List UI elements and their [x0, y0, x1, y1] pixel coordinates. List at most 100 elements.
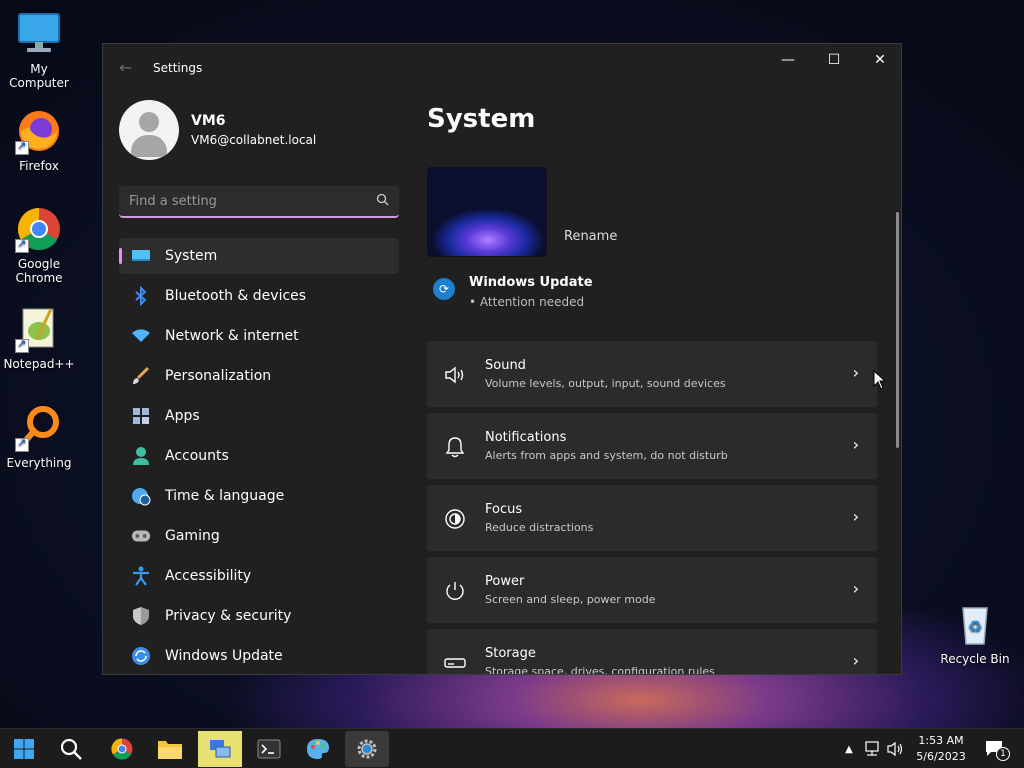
- sidebar-item-label: Privacy & security: [165, 608, 292, 624]
- sidebar: VM6 VM6@collabnet.local System Bluetooth…: [103, 92, 413, 674]
- search-icon: [60, 738, 82, 760]
- chrome-icon: [15, 205, 63, 253]
- page-title: System: [427, 104, 536, 134]
- taskbar-terminal-button[interactable]: [247, 731, 291, 767]
- taskbar-remote-app-button[interactable]: [198, 731, 242, 767]
- sidebar-item-label: System: [165, 248, 218, 264]
- maximize-button[interactable]: ☐: [811, 44, 857, 76]
- monitor-icon: [131, 246, 151, 266]
- minimize-button[interactable]: —: [765, 44, 811, 76]
- card-subtitle: Reduce distractions: [485, 521, 594, 534]
- storage-icon: [443, 651, 467, 674]
- scrollbar[interactable]: [896, 212, 899, 448]
- gamepad-icon: [131, 526, 151, 546]
- card-subtitle: Volume levels, output, input, sound devi…: [485, 377, 726, 390]
- nav-list: System Bluetooth & devices Network & int…: [119, 238, 399, 674]
- sidebar-item-label: Bluetooth & devices: [165, 288, 307, 304]
- sidebar-item-system[interactable]: System: [119, 238, 399, 274]
- notification-count-badge: 1: [996, 747, 1010, 761]
- bluetooth-icon: [131, 286, 151, 306]
- svg-text:♻: ♻: [968, 617, 982, 636]
- sidebar-item-bluetooth[interactable]: Bluetooth & devices: [119, 278, 399, 314]
- person-icon: [131, 446, 151, 466]
- sidebar-item-privacy-security[interactable]: Privacy & security: [119, 598, 399, 634]
- card-storage[interactable]: Storage Storage space, drives, configura…: [427, 629, 877, 675]
- speaker-icon: [443, 363, 467, 387]
- sidebar-item-apps[interactable]: Apps: [119, 398, 399, 434]
- sidebar-item-time-language[interactable]: Time & language: [119, 478, 399, 514]
- sidebar-item-label: Time & language: [165, 488, 285, 504]
- sidebar-item-label: Personalization: [165, 368, 272, 384]
- rename-link[interactable]: Rename: [564, 229, 617, 244]
- windows-update-status[interactable]: ⟳ Windows Update • Attention needed: [433, 275, 593, 309]
- title-bar: ← Settings — ☐ ✕: [103, 44, 901, 92]
- card-subtitle: Storage space, drives, configuration rul…: [485, 665, 715, 675]
- taskbar-paint-button[interactable]: [296, 731, 340, 767]
- taskbar-search-button[interactable]: [49, 731, 93, 767]
- sidebar-item-accessibility[interactable]: Accessibility: [119, 558, 399, 594]
- desktop-icon-recycle-bin[interactable]: ♻ Recycle Bin: [937, 600, 1013, 666]
- sidebar-item-label: Windows Update: [165, 648, 283, 664]
- card-power[interactable]: Power Screen and sleep, power mode ›: [427, 557, 877, 623]
- taskbar-file-explorer-button[interactable]: [148, 731, 192, 767]
- windows-update-title: Windows Update: [469, 275, 593, 290]
- taskbar-chrome-button[interactable]: [100, 731, 144, 767]
- computer-icon: [15, 10, 63, 58]
- chevron-right-icon: ›: [852, 435, 859, 454]
- terminal-icon: [257, 739, 281, 759]
- desktop-icon-label: Google Chrome: [15, 257, 63, 285]
- chevron-right-icon: ›: [852, 507, 859, 526]
- recycle-bin-icon: ♻: [951, 600, 999, 648]
- sidebar-item-accounts[interactable]: Accounts: [119, 438, 399, 474]
- sidebar-item-windows-update[interactable]: Windows Update: [119, 638, 399, 674]
- card-sound[interactable]: Sound Volume levels, output, input, soun…: [427, 341, 877, 407]
- taskbar-clock[interactable]: 1:53 AM 5/6/2023: [906, 733, 976, 765]
- start-button[interactable]: [2, 731, 46, 767]
- sidebar-item-label: Accounts: [165, 448, 229, 464]
- search-icon[interactable]: [376, 193, 389, 209]
- show-hidden-icons-button[interactable]: ▲: [840, 729, 858, 768]
- sidebar-item-label: Apps: [165, 408, 200, 424]
- shortcut-arrow-icon: [15, 337, 29, 353]
- main-content: System Rename ⟳ Windows Update • Attenti…: [427, 92, 901, 674]
- apps-icon: [131, 406, 151, 426]
- chevron-right-icon: ›: [852, 579, 859, 598]
- shortcut-arrow-icon: [15, 139, 29, 155]
- card-title: Notifications: [485, 430, 567, 445]
- mouse-cursor-icon: [873, 370, 887, 390]
- card-title: Focus: [485, 502, 523, 517]
- desktop-icon-notepadpp[interactable]: Notepad++: [1, 305, 77, 371]
- sidebar-item-personalization[interactable]: Personalization: [119, 358, 399, 394]
- sidebar-item-network[interactable]: Network & internet: [119, 318, 399, 354]
- back-arrow-icon[interactable]: ←: [119, 58, 132, 77]
- user-profile[interactable]: VM6 VM6@collabnet.local: [119, 100, 316, 160]
- desktop-icon-everything[interactable]: Everything: [1, 404, 77, 470]
- focus-icon: [443, 507, 467, 531]
- search-input[interactable]: [129, 193, 376, 209]
- shortcut-arrow-icon: [15, 237, 29, 253]
- notification-center-button[interactable]: 1: [980, 729, 1010, 768]
- desktop-icon-label: Everything: [6, 456, 72, 470]
- desktop-icon-my-computer[interactable]: My Computer: [1, 10, 77, 90]
- card-notifications[interactable]: Notifications Alerts from apps and syste…: [427, 413, 877, 479]
- chevron-right-icon: ›: [852, 651, 859, 670]
- desktop-icon-chrome[interactable]: Google Chrome: [1, 205, 77, 285]
- card-subtitle: Screen and sleep, power mode: [485, 593, 656, 606]
- remote-desktop-icon: [210, 740, 231, 758]
- desktop-icon-firefox[interactable]: Firefox: [1, 107, 77, 173]
- card-title: Storage: [485, 646, 536, 661]
- avatar: [119, 100, 179, 160]
- card-focus[interactable]: Focus Reduce distractions ›: [427, 485, 877, 551]
- close-button[interactable]: ✕: [857, 44, 901, 76]
- device-wallpaper-thumbnail[interactable]: [427, 167, 547, 257]
- everything-search-icon: [15, 404, 63, 452]
- network-tray-button[interactable]: [861, 729, 883, 768]
- volume-tray-button[interactable]: [885, 729, 907, 768]
- desktop-icon-label: Recycle Bin: [940, 652, 1010, 666]
- shield-icon: [131, 606, 151, 626]
- notepadpp-icon: [15, 305, 63, 353]
- taskbar-settings-button[interactable]: [345, 731, 389, 767]
- globe-clock-icon: [131, 486, 151, 506]
- speaker-icon: [887, 741, 903, 757]
- sidebar-item-gaming[interactable]: Gaming: [119, 518, 399, 554]
